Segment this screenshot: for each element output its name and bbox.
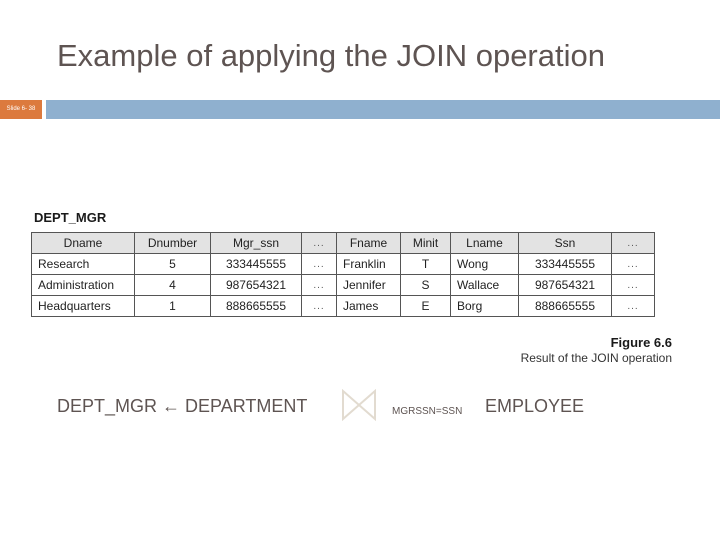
table-cell: Headquarters [31, 295, 135, 317]
table-row: Administration 4 987654321 ... Jennifer … [31, 274, 655, 296]
table-cell: James [336, 295, 401, 317]
table-cell: 4 [134, 274, 211, 296]
join-condition: MGRSSN=SSN [392, 406, 463, 417]
column-header: Fname [336, 232, 401, 254]
column-header: Ssn [518, 232, 612, 254]
relational-expression-left: DEPT_MGR ← DEPARTMENT [57, 396, 307, 417]
table-cell: ... [301, 253, 337, 275]
column-header: ... [301, 232, 337, 254]
table-cell: ... [611, 295, 655, 317]
dept-mgr-table: Dname Dnumber Mgr_ssn ... Fname Minit Ln… [31, 232, 655, 317]
table-cell: 987654321 [210, 274, 302, 296]
table-cell: 888665555 [518, 295, 612, 317]
table-cell: 1 [134, 295, 211, 317]
table-cell: ... [611, 274, 655, 296]
figure-caption: Result of the JOIN operation [520, 351, 672, 365]
table-cell: Wallace [450, 274, 519, 296]
table-cell: S [400, 274, 451, 296]
column-header: Dname [31, 232, 135, 254]
table-cell: 5 [134, 253, 211, 275]
slide-title: Example of applying the JOIN operation [57, 38, 605, 73]
table-cell: Wong [450, 253, 519, 275]
table-cell: Franklin [336, 253, 401, 275]
column-header: Minit [400, 232, 451, 254]
column-header: Mgr_ssn [210, 232, 302, 254]
table-cell: Borg [450, 295, 519, 317]
figure-number: Figure 6.6 [610, 335, 672, 350]
table-cell: ... [301, 295, 337, 317]
table-cell: ... [611, 253, 655, 275]
table-cell: E [400, 295, 451, 317]
table-cell: ... [301, 274, 337, 296]
table-cell: T [400, 253, 451, 275]
table-cell: 333445555 [210, 253, 302, 275]
table-cell: 888665555 [210, 295, 302, 317]
left-relation: DEPARTMENT [185, 396, 308, 416]
column-header: Dnumber [134, 232, 211, 254]
table-row: Research 5 333445555 ... Franklin T Wong… [31, 253, 655, 275]
column-header: ... [611, 232, 655, 254]
table-cell: 333445555 [518, 253, 612, 275]
table-row: Headquarters 1 888665555 ... James E Bor… [31, 295, 655, 317]
right-relation: EMPLOYEE [485, 396, 585, 416]
join-bowtie-icon [342, 389, 376, 421]
assign-arrow: ← [162, 396, 181, 416]
header-bar [46, 100, 720, 119]
table-name: DEPT_MGR [34, 210, 107, 225]
column-header: Lname [450, 232, 519, 254]
table-cell: Research [31, 253, 135, 275]
result-relation: DEPT_MGR [57, 396, 158, 416]
table-cell: 987654321 [518, 274, 612, 296]
table-cell: Jennifer [336, 274, 401, 296]
table-header-row: Dname Dnumber Mgr_ssn ... Fname Minit Ln… [31, 232, 655, 254]
slide-number: Slide 6- 38 [0, 100, 42, 119]
table-cell: Administration [31, 274, 135, 296]
